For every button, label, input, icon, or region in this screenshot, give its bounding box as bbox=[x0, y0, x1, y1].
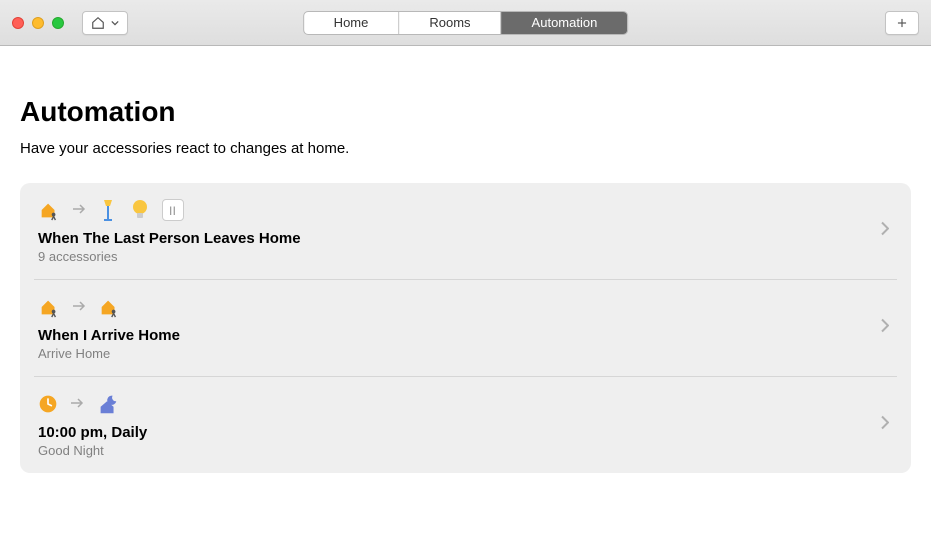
chevron-right-icon bbox=[881, 222, 889, 241]
floor-lamp-icon bbox=[98, 198, 118, 222]
automation-icon-strip bbox=[38, 295, 893, 319]
bulb-icon bbox=[130, 199, 150, 221]
automation-title: When I Arrive Home bbox=[38, 327, 893, 344]
chevron-down-icon bbox=[111, 19, 119, 27]
clock-icon bbox=[38, 394, 58, 414]
automation-subtitle: Good Night bbox=[38, 443, 893, 458]
tab-automation[interactable]: Automation bbox=[502, 12, 628, 34]
switch-icon: || bbox=[162, 199, 184, 221]
tab-home[interactable]: Home bbox=[304, 12, 400, 34]
page-subtitle: Have your accessories react to changes a… bbox=[20, 140, 911, 157]
house-icon bbox=[91, 16, 105, 30]
automation-icon-strip bbox=[38, 392, 893, 416]
arrow-right-icon bbox=[72, 300, 86, 314]
tab-rooms[interactable]: Rooms bbox=[399, 12, 501, 34]
add-button[interactable] bbox=[885, 11, 919, 35]
home-selector-dropdown[interactable] bbox=[82, 11, 128, 35]
automation-row[interactable]: When I Arrive Home Arrive Home bbox=[34, 280, 897, 377]
house-leave-icon bbox=[38, 199, 60, 221]
automation-title: 10:00 pm, Daily bbox=[38, 424, 893, 441]
arrow-right-icon bbox=[72, 203, 86, 217]
plus-icon bbox=[895, 16, 909, 30]
titlebar: Home Rooms Automation bbox=[0, 0, 931, 46]
window-controls bbox=[12, 17, 64, 29]
content-area: Automation Have your accessories react t… bbox=[0, 46, 931, 493]
close-window-button[interactable] bbox=[12, 17, 24, 29]
automation-title: When The Last Person Leaves Home bbox=[38, 230, 893, 247]
minimize-window-button[interactable] bbox=[32, 17, 44, 29]
house-arrive-icon bbox=[98, 296, 120, 318]
arrow-right-icon bbox=[70, 397, 84, 411]
page-title: Automation bbox=[20, 96, 911, 128]
house-arrive-icon bbox=[38, 296, 60, 318]
automation-list: || When The Last Person Leaves Home 9 ac… bbox=[20, 183, 911, 473]
night-house-icon bbox=[96, 392, 120, 416]
chevron-right-icon bbox=[881, 416, 889, 435]
view-tabs: Home Rooms Automation bbox=[303, 11, 629, 35]
automation-row[interactable]: || When The Last Person Leaves Home 9 ac… bbox=[34, 183, 897, 280]
automation-subtitle: 9 accessories bbox=[38, 249, 893, 264]
chevron-right-icon bbox=[881, 319, 889, 338]
automation-icon-strip: || bbox=[38, 198, 893, 222]
zoom-window-button[interactable] bbox=[52, 17, 64, 29]
automation-row[interactable]: 10:00 pm, Daily Good Night bbox=[34, 377, 897, 473]
automation-subtitle: Arrive Home bbox=[38, 346, 893, 361]
